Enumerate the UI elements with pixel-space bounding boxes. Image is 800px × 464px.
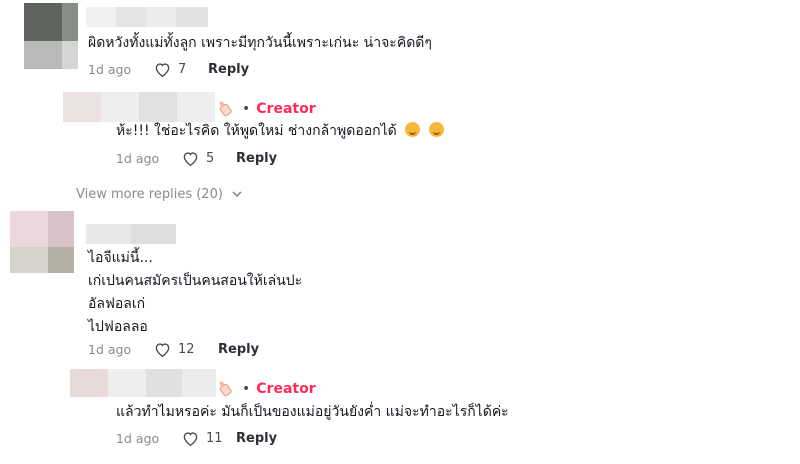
- heart-icon: [183, 431, 198, 446]
- comment-text-line: ไอจีแม่นี้...: [88, 250, 153, 266]
- reply-button[interactable]: Reply: [236, 431, 277, 446]
- like-count: 11: [206, 430, 223, 446]
- avatar[interactable]: [24, 3, 78, 69]
- comment-text-line: อัลฟอลเก่: [88, 296, 146, 312]
- comment-text: แล้วทำไมหรอค่ะ มันก็เป็นของแม่อยู่วันยัง…: [116, 404, 509, 420]
- timestamp: 1d ago: [88, 61, 132, 77]
- like-button[interactable]: 11: [182, 431, 236, 446]
- heart-icon: [183, 151, 198, 166]
- bottle-icon: [219, 381, 232, 397]
- comment-text: ผิดหวังทั้งแม่ทั้งลูก เพราะมีทุกวันนี้เพ…: [88, 35, 432, 51]
- creator-label: Creator: [256, 381, 316, 397]
- like-count: 5: [206, 150, 215, 166]
- comment-text: ห้ะ!!! ใช่อะไรคิด ให้พูดใหม่ ช่างกล้าพูด…: [116, 120, 444, 142]
- view-more-replies-button[interactable]: View more replies (20): [76, 184, 243, 204]
- chevron-down-icon: [232, 191, 242, 198]
- comment-meta: 1d ago 11 Reply: [116, 428, 277, 448]
- username[interactable]: [70, 369, 216, 397]
- bottle-icon: [219, 101, 232, 117]
- comment-text-content: ห้ะ!!! ใช่อะไรคิด ให้พูดใหม่ ช่างกล้าพูด…: [116, 123, 397, 139]
- creator-badge: • Creator: [216, 99, 316, 119]
- reply-button[interactable]: Reply: [236, 151, 277, 166]
- smirk-emoji-icon: [428, 122, 444, 137]
- reply-button[interactable]: Reply: [208, 62, 249, 77]
- heart-icon: [155, 342, 170, 357]
- comment-text-line: ไปฟอลลอ: [88, 319, 148, 335]
- like-button[interactable]: 12: [154, 342, 218, 357]
- creator-label: Creator: [256, 101, 316, 117]
- heart-icon: [155, 62, 170, 77]
- username[interactable]: [63, 92, 215, 122]
- creator-badge: • Creator: [216, 379, 316, 399]
- comment-meta: 1d ago 5 Reply: [116, 148, 277, 168]
- timestamp: 1d ago: [116, 150, 160, 166]
- like-button[interactable]: 5: [182, 151, 236, 166]
- reply-button[interactable]: Reply: [218, 342, 259, 357]
- view-more-label: View more replies (20): [76, 186, 223, 202]
- like-count: 12: [178, 341, 195, 357]
- timestamp: 1d ago: [116, 430, 160, 446]
- username[interactable]: [86, 7, 208, 27]
- like-count: 7: [178, 61, 187, 77]
- avatar[interactable]: [10, 211, 74, 273]
- comment-text-line: เก่เปนคนสมัครเป็นคนสอนให้เล่นปะ: [88, 273, 303, 289]
- username[interactable]: [86, 224, 176, 244]
- smirk-emoji-icon: [405, 122, 421, 137]
- comment-meta: 1d ago 7 Reply: [88, 59, 249, 79]
- timestamp: 1d ago: [88, 341, 132, 357]
- comment-meta: 1d ago 12 Reply: [88, 339, 259, 359]
- like-button[interactable]: 7: [154, 62, 208, 77]
